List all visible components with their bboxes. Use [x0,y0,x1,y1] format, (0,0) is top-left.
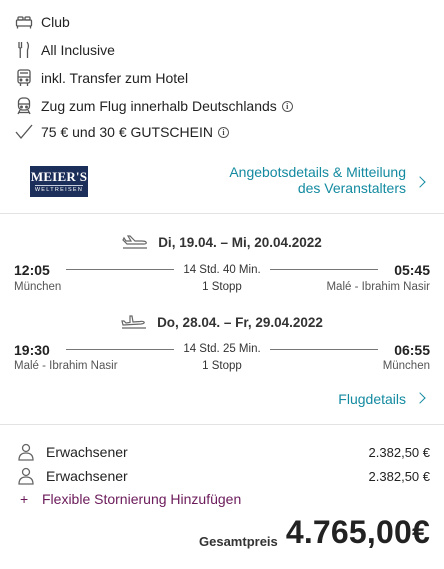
divider [0,213,444,214]
outbound-arr-place: Malé - Ibrahim Nasir [326,281,430,293]
info-icon[interactable]: i [281,100,293,112]
bed-icon [14,12,34,32]
inbound-dates-text: Do, 28.04. – Fr, 29.04.2022 [157,314,323,330]
inbound-line-right [270,349,378,350]
bus-icon [14,68,34,88]
person-icon [18,443,36,461]
checkmark-icon [14,122,34,142]
add-flexible-cancellation-button[interactable]: + Flexible Stornierung Hinzufügen [20,491,241,507]
offer-details-link[interactable]: Angebotsdetails & Mitteilung des Veranst… [229,164,406,196]
feature-label: Zug zum Flug innerhalb Deutschlands [41,98,277,114]
feature-label: inkl. Transfer zum Hotel [41,70,189,86]
plus-icon: + [20,491,29,507]
operator-logo: MEIER'S WELTREISEN [30,166,88,197]
total-label: Gesamtpreis [199,534,278,549]
feature-voucher: 75 € und 30 € GUTSCHEIN i [14,121,229,143]
passenger-label: Erwachsener [46,444,128,460]
divider [0,424,444,425]
train-icon [14,96,34,116]
outbound-arr-time: 05:45 [394,262,430,278]
outbound-line-right [270,269,378,270]
passenger-row: Erwachsener [18,442,128,462]
feature-train: Zug zum Flug innerhalb Deutschlands i [14,95,293,117]
feature-label: Club [41,14,70,30]
feature-label: All Inclusive [41,42,115,58]
flight-details-link[interactable]: Flugdetails [338,391,406,407]
feature-transfer: inkl. Transfer zum Hotel [14,67,188,89]
offer-details-link-line2: des Veranstalters [297,180,406,196]
inbound-arr-time: 06:55 [394,342,430,358]
inbound-stops: 1 Stopp [202,360,242,372]
person-icon [18,467,36,485]
feature-label: 75 € und 30 € GUTSCHEIN [41,124,213,140]
inbound-dates: Do, 28.04. – Fr, 29.04.2022 [0,314,444,330]
outbound-dates-text: Di, 19.04. – Mi, 20.04.2022 [158,234,322,250]
feature-all-inclusive: All Inclusive [14,39,115,61]
plane-departure-icon [122,234,150,250]
addon-label: Flexible Stornierung Hinzufügen [42,491,242,507]
chevron-right-icon[interactable] [414,176,426,188]
passenger-price: 2.382,50 € [368,445,430,460]
cutlery-icon [14,40,34,60]
inbound-arr-place: München [382,360,430,372]
offer-details-link-line1: Angebotsdetails & Mitteilung [229,164,406,180]
total-price: 4.765,00€ [285,514,430,550]
passenger-price: 2.382,50 € [368,469,430,484]
outbound-dates: Di, 19.04. – Mi, 20.04.2022 [0,234,444,250]
plane-arrival-icon [121,314,149,330]
info-icon[interactable]: i [217,126,229,138]
outbound-duration: 14 Std. 40 Min. [183,264,261,276]
feature-club: Club [14,11,70,33]
chevron-right-icon[interactable] [414,392,426,404]
passenger-row: Erwachsener [18,466,128,486]
passenger-label: Erwachsener [46,468,128,484]
